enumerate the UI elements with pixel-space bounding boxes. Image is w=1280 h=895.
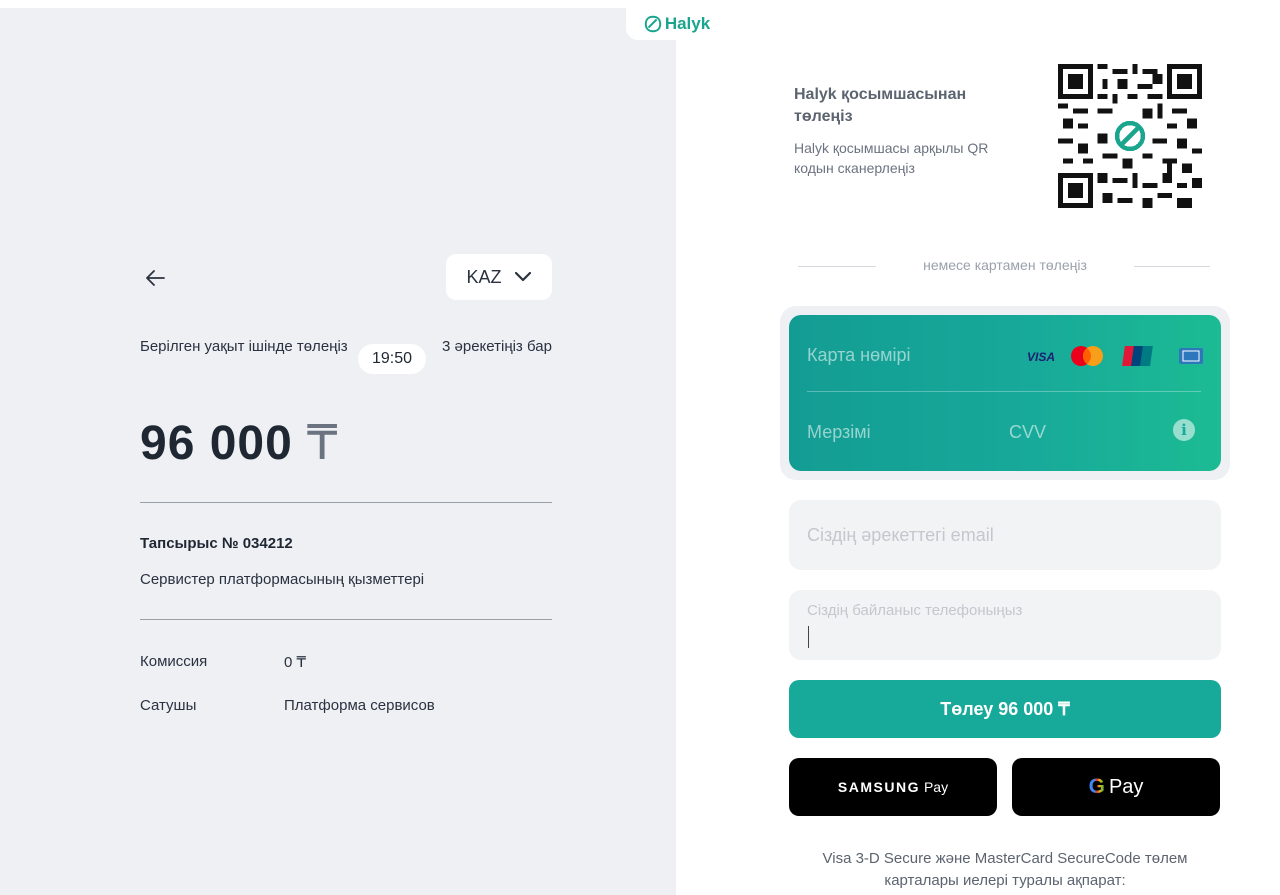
seller-value: Платформа сервисов [284,697,435,714]
google-g-icon: G [1088,775,1105,798]
card-form: Карта нөмірі VISA Мерзімі CVV i [789,315,1221,471]
email-field[interactable]: Сіздің әрекеттегі email [789,500,1221,570]
or-divider-left [798,266,876,267]
seller-label: Сатушы [140,697,197,714]
pay-button[interactable]: Төлеу 96 000 ₸ [789,680,1221,738]
qr-code [1058,64,1202,208]
card-cvv-input[interactable]: CVV [1009,422,1046,443]
email-placeholder: Сіздің әрекеттегі email [807,525,994,545]
phone-label: Сіздің байланыс телефоныңыз [807,602,1023,619]
logo-text: Halyk [664,14,711,33]
card-separator [807,391,1201,392]
language-selector[interactable]: KAZ [446,254,552,300]
text-caret [808,626,809,648]
chevron-down-icon [514,271,531,282]
secure-info-text: Visa 3-D Secure және MasterCard SecureCo… [822,850,1188,889]
or-divider-right [1134,266,1210,267]
timer-row: Берілген уақыт ішінде төлеңіз 19:50 3 әр… [140,337,560,387]
visa-icon: VISA [1027,350,1055,364]
card-expiry-input[interactable]: Мерзімі [807,422,871,443]
timer-countdown: 19:50 [358,344,426,374]
language-label: KAZ [466,266,502,287]
halyk-logo: Halyk [626,8,728,40]
phone-field[interactable]: Сіздің байланыс телефоныңыз [789,590,1221,660]
attempts-text: 3 әрекетіңіз бар [442,338,552,355]
svg-text:VISA: VISA [1027,350,1055,364]
samsung-pay-button[interactable]: SAMSUNG Pay [789,758,997,816]
commission-label: Комиссия [140,653,208,670]
amex-icon [1179,348,1203,364]
qr-description: Halyk қосымшасы арқылы QR кодын сканерле… [794,140,989,176]
payment-amount: 96 000 ₸ [140,415,338,471]
google-pay-button[interactable]: G Pay [1012,758,1220,816]
timer-text: Берілген уақыт ішінде төлеңіз [140,338,348,355]
qr-title: Halyk қосымшасынан төлеңіз [794,86,967,125]
mastercard-icon [1071,346,1103,366]
divider [140,619,552,620]
card-number-input[interactable]: Карта нөмірі [807,345,911,366]
currency-symbol: ₸ [306,417,339,470]
order-number: Тапсырыс № 034212 [140,535,293,552]
order-description: Сервистер платформасының қызметтері [140,571,425,588]
divider [140,502,552,503]
back-arrow-icon[interactable] [140,262,172,294]
google-pay-label: Pay [1108,775,1144,798]
samsung-pay-label: Pay [923,779,949,795]
or-pay-by-card-text: немесе картамен төлеңіз [923,257,1087,273]
commission-value: 0 ₸ [284,654,307,671]
samsung-logo: SAMSUNG [837,779,920,795]
halyk-leaf-icon [644,15,662,33]
amount-value: 96 000 [140,417,293,470]
info-icon[interactable]: i [1173,419,1195,441]
card-brands: VISA [1027,346,1203,366]
unionpay-icon [1122,346,1153,366]
